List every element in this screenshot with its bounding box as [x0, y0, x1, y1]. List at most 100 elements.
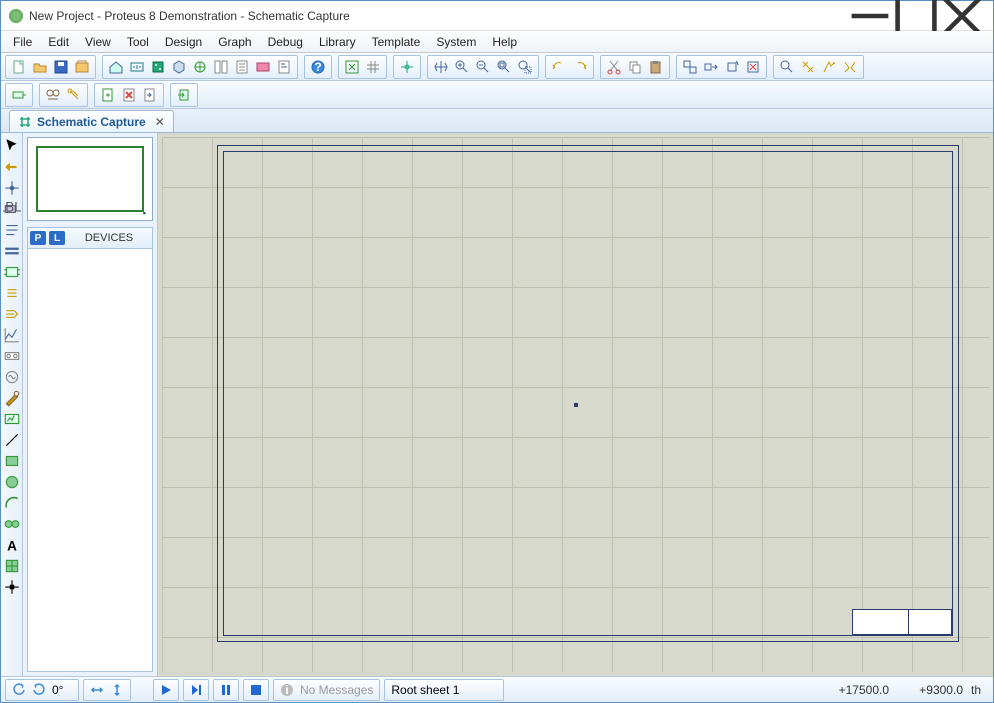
menu-edit[interactable]: Edit [40, 33, 77, 51]
sheet-label[interactable]: Root sheet 1 [391, 683, 459, 697]
library-button[interactable]: L [49, 231, 65, 245]
device-list[interactable] [27, 249, 153, 672]
arc-tool-icon[interactable] [3, 494, 21, 512]
tab-close-icon[interactable]: ✕ [155, 115, 165, 129]
bom-icon[interactable] [233, 58, 251, 76]
redraw-icon[interactable] [343, 58, 361, 76]
symbol-tool-icon[interactable] [3, 557, 21, 575]
wire-label-icon[interactable] [10, 86, 28, 104]
source-icon[interactable] [275, 58, 293, 76]
selection-tool-icon[interactable] [3, 137, 21, 155]
new-sheet-icon[interactable] [99, 86, 117, 104]
property-tool-icon[interactable] [65, 86, 83, 104]
home-icon[interactable] [107, 58, 125, 76]
component-tool-icon[interactable] [3, 158, 21, 176]
redo-icon[interactable] [571, 58, 589, 76]
close-button[interactable] [939, 1, 985, 31]
zoom-all-icon[interactable] [495, 58, 513, 76]
pan-icon[interactable] [432, 58, 450, 76]
pick-device-button[interactable]: P [30, 231, 46, 245]
zoom-area-icon[interactable] [516, 58, 534, 76]
delete-sheet-icon[interactable] [120, 86, 138, 104]
packaging-icon[interactable] [820, 58, 838, 76]
menu-help[interactable]: Help [484, 33, 525, 51]
messages-label[interactable]: No Messages [300, 683, 373, 697]
maximize-button[interactable] [893, 1, 939, 31]
circle-tool-icon[interactable] [3, 473, 21, 491]
origin-icon[interactable] [398, 58, 416, 76]
stop-icon[interactable] [250, 684, 262, 696]
block-rotate-icon[interactable] [723, 58, 741, 76]
close-icon[interactable] [73, 58, 91, 76]
path-tool-icon[interactable] [3, 515, 21, 533]
paste-icon[interactable] [647, 58, 665, 76]
tab-schematic-capture[interactable]: Schematic Capture ✕ [9, 110, 174, 132]
zoom-out-icon[interactable] [474, 58, 492, 76]
open-file-icon[interactable] [31, 58, 49, 76]
step-icon[interactable] [190, 684, 202, 696]
block-delete-icon[interactable] [744, 58, 762, 76]
text-tool-icon[interactable]: A [3, 536, 21, 554]
junction-tool-icon[interactable] [3, 179, 21, 197]
bus-tool-icon[interactable] [3, 242, 21, 260]
graph-tool-icon[interactable] [3, 326, 21, 344]
menu-debug[interactable]: Debug [260, 33, 311, 51]
menu-file[interactable]: File [5, 33, 40, 51]
exit-sheet-icon[interactable] [175, 86, 193, 104]
menu-system[interactable]: System [428, 33, 484, 51]
copy-icon[interactable] [626, 58, 644, 76]
box-tool-icon[interactable] [3, 452, 21, 470]
statusbar: 0° i No Messages Root sheet 1 +17500.0 +… [1, 676, 993, 702]
rotate-cw-icon[interactable] [32, 683, 46, 697]
device-pin-tool-icon[interactable] [3, 305, 21, 323]
window-titlebar: New Project - Proteus 8 Demonstration - … [1, 1, 993, 31]
marker-tool-icon[interactable] [3, 578, 21, 596]
find-icon[interactable] [44, 86, 62, 104]
decompose-icon[interactable] [841, 58, 859, 76]
gerber-icon[interactable] [191, 58, 209, 76]
goto-sheet-icon[interactable] [141, 86, 159, 104]
make-device-icon[interactable] [799, 58, 817, 76]
instrument-tool-icon[interactable] [3, 410, 21, 428]
generator-tool-icon[interactable] [3, 368, 21, 386]
pause-icon[interactable] [220, 684, 232, 696]
wire-label-tool-icon[interactable]: LBL [3, 200, 21, 218]
line-tool-icon[interactable] [3, 431, 21, 449]
flip-horizontal-icon[interactable] [90, 683, 104, 697]
help-icon[interactable]: ? [309, 58, 327, 76]
subcircuit-tool-icon[interactable] [3, 263, 21, 281]
save-icon[interactable] [52, 58, 70, 76]
menu-graph[interactable]: Graph [210, 33, 259, 51]
block-move-icon[interactable] [702, 58, 720, 76]
zoom-in-icon[interactable] [453, 58, 471, 76]
design-explorer-icon[interactable] [212, 58, 230, 76]
schematic-canvas[interactable] [158, 133, 993, 676]
new-file-icon[interactable] [10, 58, 28, 76]
overview-panel[interactable]: ▪ [27, 137, 153, 221]
pick-icon[interactable] [778, 58, 796, 76]
schematic-icon[interactable] [128, 58, 146, 76]
play-icon[interactable] [160, 684, 172, 696]
voltage-probe-tool-icon[interactable] [3, 389, 21, 407]
menu-library[interactable]: Library [311, 33, 364, 51]
menu-view[interactable]: View [77, 33, 119, 51]
flip-vertical-icon[interactable] [110, 683, 124, 697]
tape-tool-icon[interactable] [3, 347, 21, 365]
menu-tool[interactable]: Tool [119, 33, 157, 51]
minimize-button[interactable] [847, 1, 893, 31]
block-copy-icon[interactable] [681, 58, 699, 76]
menu-design[interactable]: Design [157, 33, 210, 51]
undo-icon[interactable] [550, 58, 568, 76]
terminal-tool-icon[interactable] [3, 284, 21, 302]
vsm-icon[interactable] [254, 58, 272, 76]
3d-icon[interactable] [170, 58, 188, 76]
menu-template[interactable]: Template [364, 33, 429, 51]
pcb-icon[interactable] [149, 58, 167, 76]
text-script-tool-icon[interactable] [3, 221, 21, 239]
tab-label: Schematic Capture [37, 115, 146, 129]
coord-unit: th [971, 683, 989, 697]
toolbar-secondary [1, 81, 993, 109]
grid-icon[interactable] [364, 58, 382, 76]
rotate-ccw-icon[interactable] [12, 683, 26, 697]
cut-icon[interactable] [605, 58, 623, 76]
